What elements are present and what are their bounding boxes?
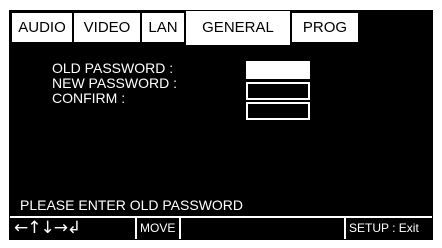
old-password-field[interactable]	[246, 61, 310, 79]
password-labels: OLD PASSWORD : NEW PASSWORD : CONFIRM :	[52, 61, 177, 106]
tab-video[interactable]: VIDEO	[74, 13, 140, 42]
setup-exit-hint[interactable]: SETUP : Exit	[346, 218, 432, 239]
footer-spacer	[181, 218, 346, 239]
tab-bar: AUDIO VIDEO LAN GENERAL PROG	[10, 11, 432, 45]
osd-screen: AUDIO VIDEO LAN GENERAL PROG OLD PASSWOR…	[9, 10, 433, 240]
status-message: PLEASE ENTER OLD PASSWORD	[20, 197, 244, 213]
confirm-label: CONFIRM :	[52, 90, 126, 106]
tab-lan[interactable]: LAN	[142, 13, 184, 42]
tab-audio[interactable]: AUDIO	[12, 13, 72, 42]
tab-general[interactable]: GENERAL	[186, 11, 290, 45]
new-password-label: NEW PASSWORD :	[52, 75, 177, 91]
tab-bar-filler	[360, 13, 430, 42]
confirm-password-field[interactable]	[246, 102, 310, 120]
move-hint: MOVE	[137, 218, 181, 239]
old-password-label: OLD PASSWORD :	[52, 60, 174, 76]
new-password-field[interactable]	[246, 82, 310, 100]
footer-bar: ←↑↓→↲ MOVE SETUP : Exit	[10, 216, 432, 239]
general-panel: OLD PASSWORD : NEW PASSWORD : CONFIRM :	[12, 49, 430, 194]
tab-prog[interactable]: PROG	[292, 13, 358, 42]
navigation-arrows: ←↑↓→↲	[10, 218, 137, 239]
arrow-keys-icon: ←↑↓→↲	[14, 218, 81, 238]
